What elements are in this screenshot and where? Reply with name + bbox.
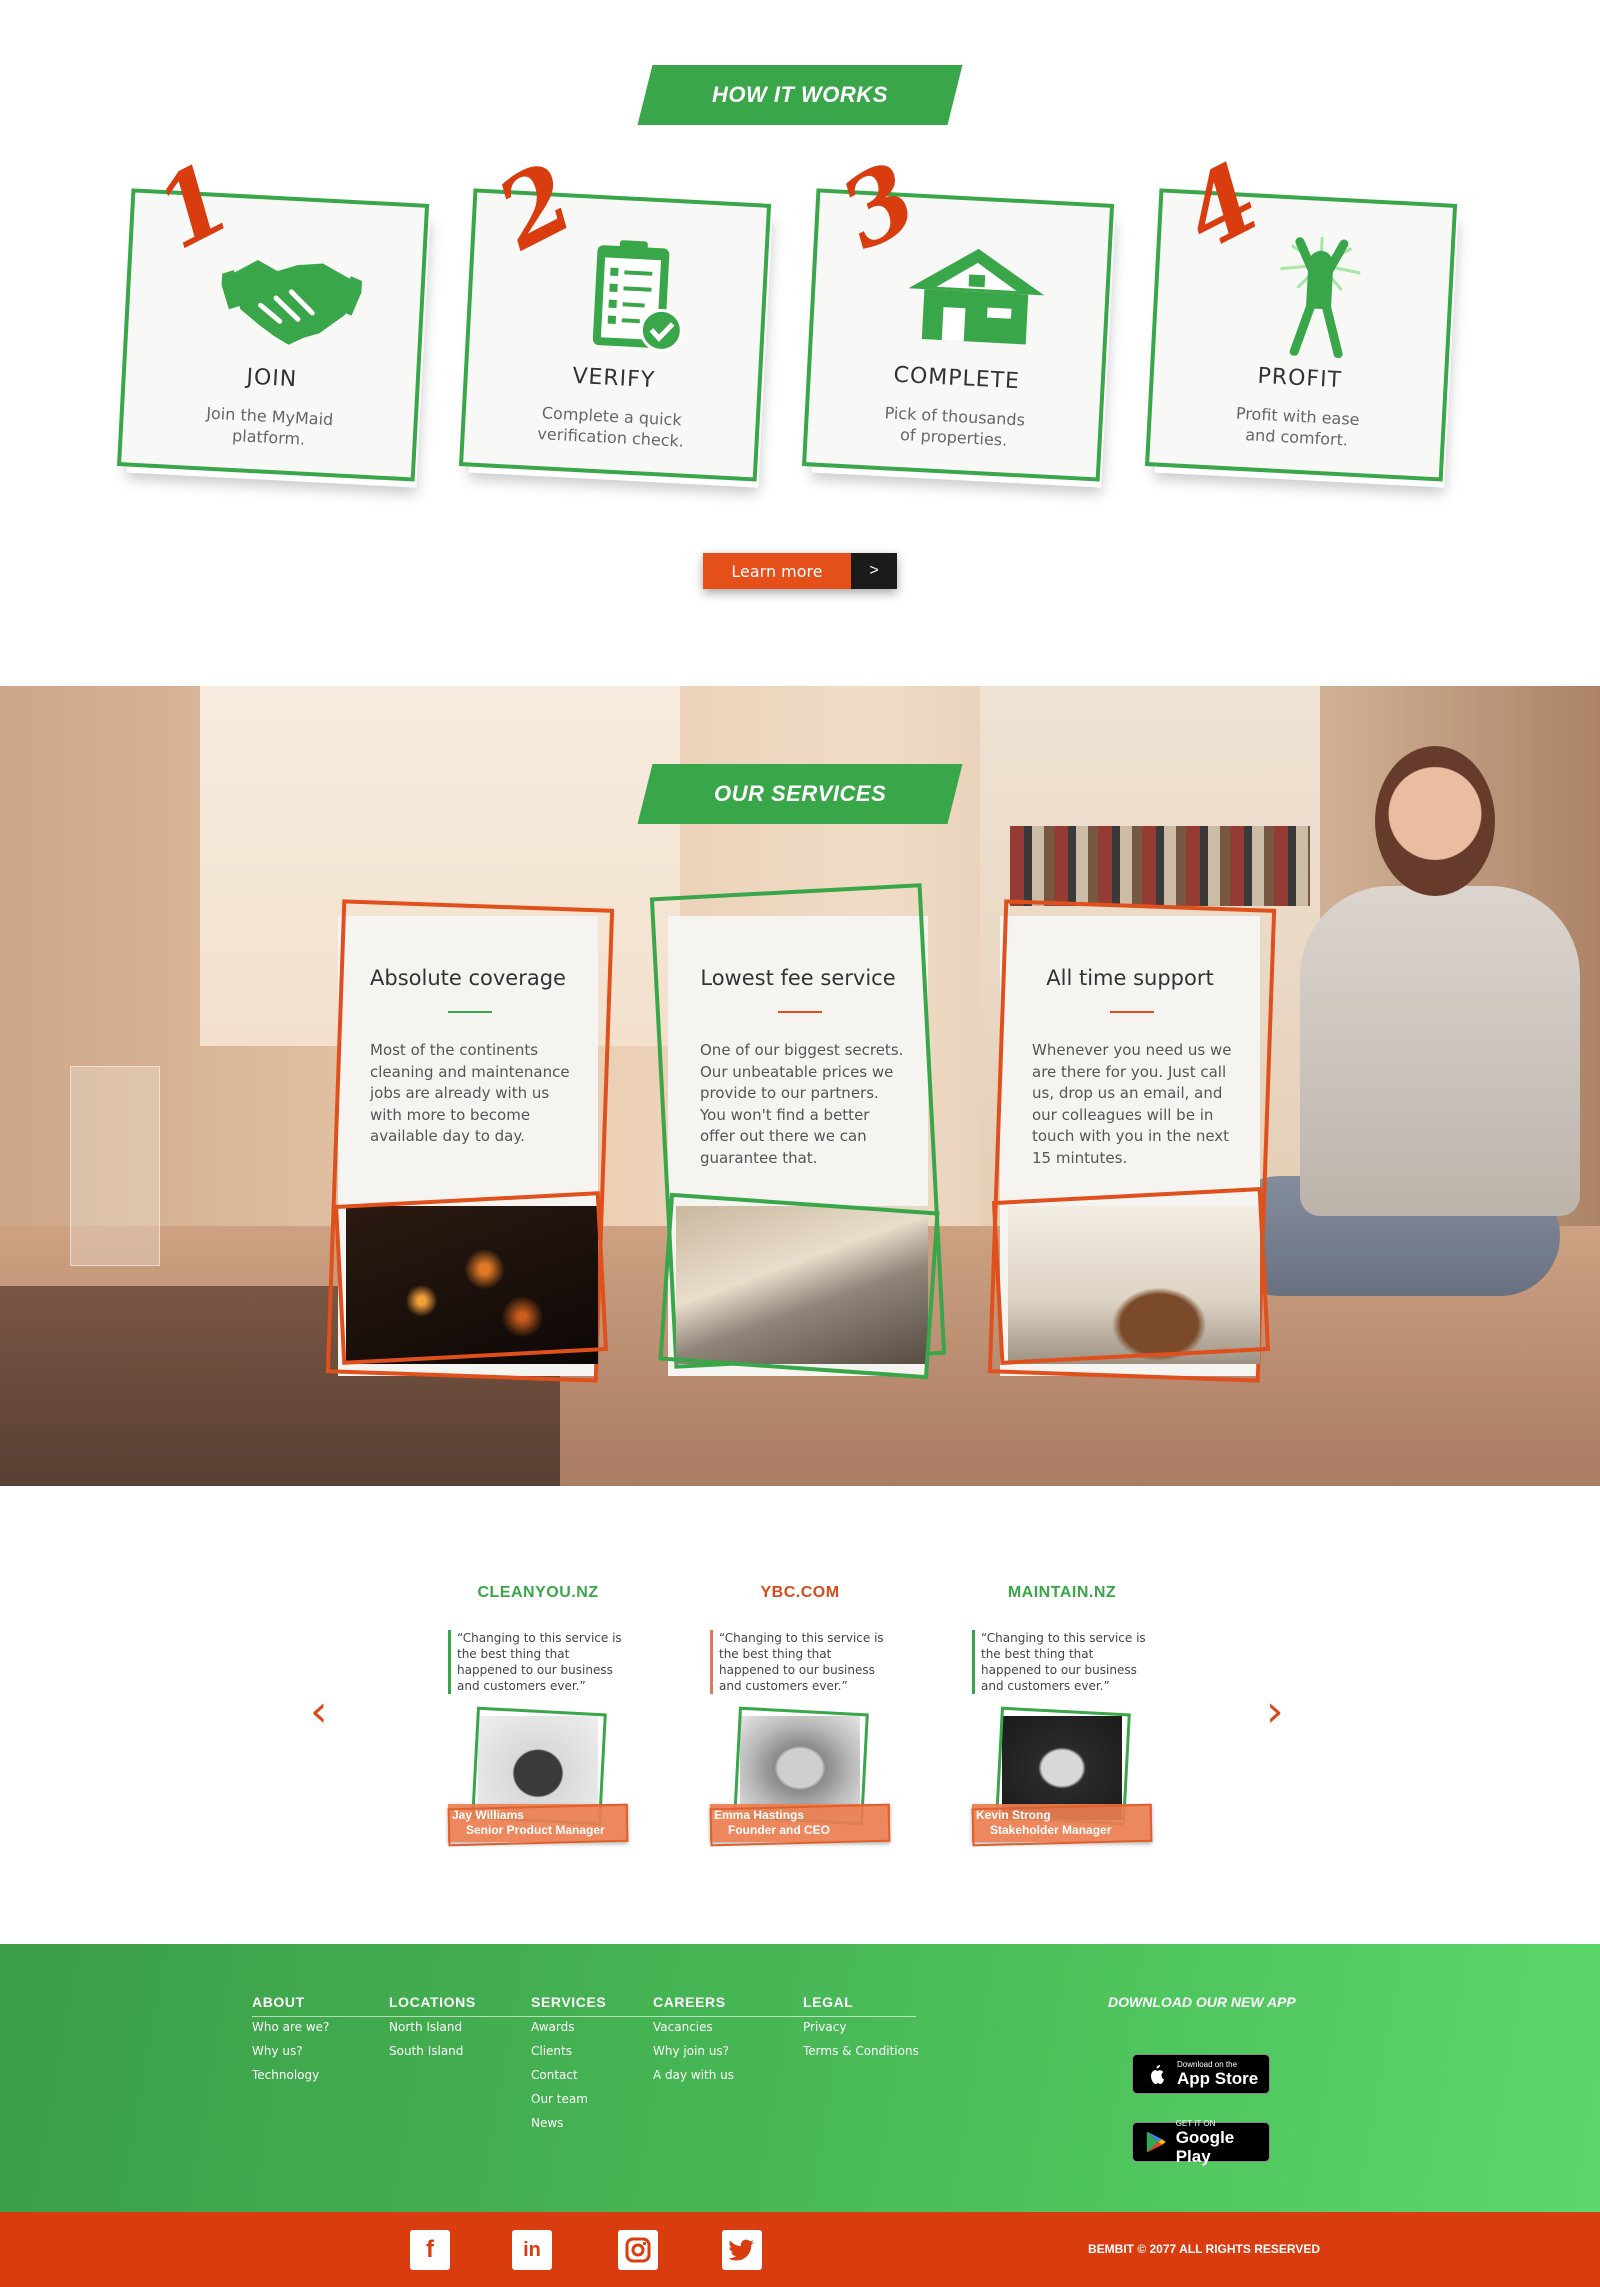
title-underline — [448, 1011, 492, 1013]
our-services-banner: OUR SERVICES — [637, 764, 963, 824]
footer-link[interactable]: North Island — [389, 2020, 476, 2034]
footer-link[interactable]: Why join us? — [653, 2044, 734, 2058]
instagram-glyph — [625, 2237, 651, 2263]
footer-column-legal: LEGAL Privacy Terms & Conditions — [803, 1994, 919, 2058]
footer-link[interactable]: News — [531, 2116, 606, 2130]
badge-small-text: GET IT ON — [1175, 2118, 1216, 2128]
how-it-works-title: HOW IT WORKS — [712, 82, 888, 107]
column-heading: LEGAL — [803, 1994, 854, 2010]
footer-link[interactable]: Clients — [531, 2044, 606, 2058]
celebrate-person-icon — [1280, 236, 1361, 359]
instagram-icon[interactable] — [618, 2230, 658, 2270]
person-name: Emma Hastings — [714, 1808, 805, 1822]
apple-icon — [1151, 2065, 1164, 2084]
google-play-badge[interactable]: GET IT ON Google Play — [1132, 2119, 1270, 2166]
person-role: Stakeholder Manager — [990, 1823, 1112, 1837]
service-card-lowest-fee: Lowest fee service One of our biggest se… — [649, 883, 947, 1380]
column-heading: ABOUT — [252, 1994, 305, 2010]
footer-column-services: SERVICES Awards Clients Contact Our team… — [531, 1994, 606, 2130]
learn-more-label[interactable]: Learn more — [703, 553, 851, 589]
twitter-icon[interactable] — [722, 2230, 762, 2270]
company-name: YBC.COM — [760, 1584, 840, 1601]
step-card-join: 1 JOIN Join the MyMaid platform. — [116, 141, 431, 488]
service-text: One of our biggest secrets. Our unbeatab… — [700, 1041, 904, 1167]
footer-link[interactable]: Terms & Conditions — [803, 2044, 919, 2058]
testimonial-quote: “Changing to this service is the best th… — [710, 1630, 890, 1694]
copyright-text: BEMBIT © 2077 ALL RIGHTS RESERVED — [1088, 2242, 1321, 2256]
footer-link[interactable]: Who are we? — [252, 2020, 329, 2034]
facebook-icon[interactable]: f — [410, 2230, 450, 2270]
title-underline — [1110, 1011, 1154, 1013]
service-text: Whenever you need us we are there for yo… — [1032, 1041, 1232, 1167]
handshake-icon — [218, 260, 365, 345]
google-play-text: GET IT ON Google Play — [1176, 2119, 1269, 2166]
service-card-support: All time support Whenever you need us we… — [987, 899, 1277, 1383]
footer: ABOUT Who are we? Why us? Technology LOC… — [0, 1944, 1600, 2212]
chevron-right-icon[interactable]: › — [1266, 1690, 1296, 1734]
linkedin-icon[interactable]: in — [512, 2230, 552, 2270]
badge-small-text: Download on the — [1177, 2060, 1238, 2069]
our-services-title: OUR SERVICES — [713, 781, 887, 806]
company-name: MAINTAIN.NZ — [1007, 1584, 1117, 1601]
photo-frame — [333, 1191, 609, 1365]
house-icon — [908, 248, 1045, 345]
column-heading: LOCATIONS — [389, 1994, 476, 2010]
services-section: OUR SERVICES Absolute coverage Most of t… — [0, 686, 1600, 1486]
title-underline — [778, 1011, 822, 1013]
arrow-right-icon[interactable]: > — [851, 553, 897, 589]
service-title: Absolute coverage — [370, 966, 566, 990]
column-heading: SERVICES — [531, 1994, 607, 2010]
step-card-verify: 2 VERIFY Complete a quick verification c… — [458, 141, 773, 488]
footer-column-careers: CAREERS Vacancies Why join us? A day wit… — [653, 1994, 734, 2082]
google-play-icon — [1146, 2131, 1166, 2153]
step-card-complete: 3 COMPLETE Pick of thousands of properti… — [801, 141, 1116, 488]
badge-big-text: App Store — [1177, 2069, 1259, 2088]
service-card-coverage: Absolute coverage Most of the continents… — [325, 899, 615, 1383]
clipboard-check-icon — [592, 240, 683, 352]
footer-link[interactable]: Awards — [531, 2020, 606, 2034]
footer-link[interactable]: Contact — [531, 2068, 606, 2082]
download-app-title: DOWNLOAD OUR NEW APP — [1108, 1994, 1296, 2010]
footer-link[interactable]: Our team — [531, 2092, 606, 2106]
bottom-bar: f in BEMBIT © 2077 ALL RIGHTS RESERVED — [0, 2212, 1600, 2287]
footer-link[interactable]: Technology — [252, 2068, 329, 2082]
app-store-badge[interactable]: Download on the App Store — [1132, 2054, 1270, 2094]
chevron-left-icon[interactable]: ‹ — [310, 1690, 340, 1734]
footer-link[interactable]: Privacy — [803, 2020, 919, 2034]
app-store-text: Download on the App Store — [1177, 2060, 1258, 2088]
photo-frame — [991, 1187, 1271, 1365]
step-card-profit: 4 PROFIT Profit with ease and comfort. — [1144, 141, 1459, 488]
how-it-works-banner: HOW IT WORKS — [637, 65, 963, 125]
footer-link[interactable]: Why us? — [252, 2044, 329, 2058]
testimonial-quote: “Changing to this service is the best th… — [972, 1630, 1152, 1694]
column-heading: CAREERS — [653, 1994, 726, 2010]
service-title: Lowest fee service — [700, 966, 896, 990]
company-name: CLEANYOU.NZ — [477, 1584, 599, 1601]
twitter-glyph — [729, 2239, 754, 2261]
footer-link[interactable]: South Island — [389, 2044, 476, 2058]
footer-link[interactable]: A day with us — [653, 2068, 734, 2082]
person-role: Senior Product Manager — [466, 1823, 605, 1837]
service-title: All time support — [1046, 966, 1214, 990]
person-name: Jay Williams — [452, 1808, 524, 1822]
person-name: Kevin Strong — [976, 1808, 1051, 1822]
footer-link[interactable]: Vacancies — [653, 2020, 734, 2034]
testimonial-quote: “Changing to this service is the best th… — [448, 1630, 628, 1694]
service-text: Most of the continents cleaning and main… — [370, 1041, 570, 1145]
badge-big-text: Google Play — [1175, 2127, 1235, 2166]
person-role: Founder and CEO — [728, 1823, 830, 1837]
photo-frame — [658, 1192, 940, 1380]
footer-column-locations: LOCATIONS North Island South Island — [389, 1994, 476, 2058]
learn-more-button[interactable]: Learn more > — [703, 553, 897, 589]
footer-column-about: ABOUT Who are we? Why us? Technology — [252, 1994, 329, 2082]
